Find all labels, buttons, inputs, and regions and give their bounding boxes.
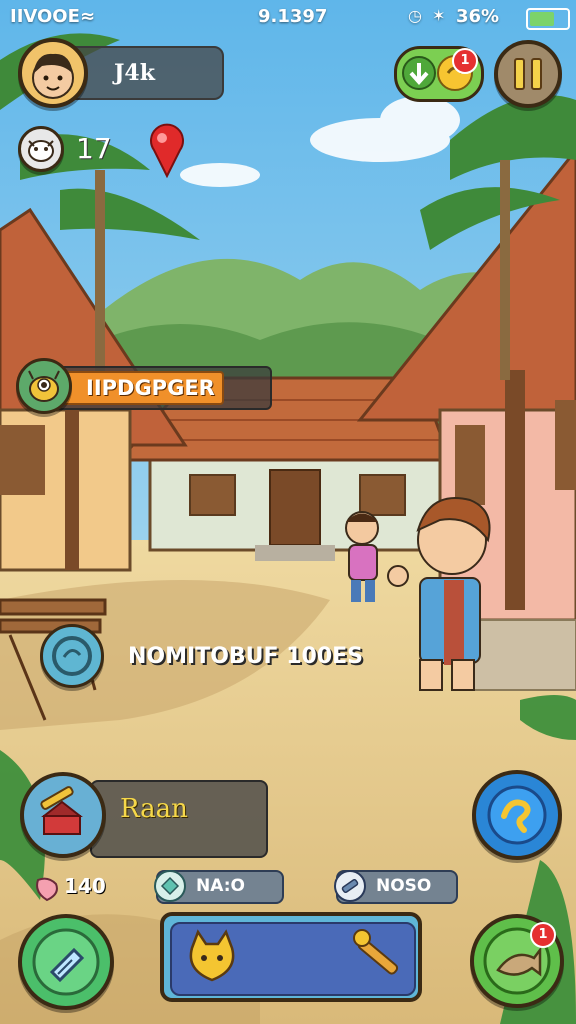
- wifi-icon: ≈: [80, 6, 96, 27]
- player-name: J4k: [114, 60, 155, 86]
- down-arrow-icon: [402, 56, 436, 90]
- map-pin-icon[interactable]: [146, 122, 188, 178]
- monster-icon: [28, 370, 60, 402]
- quest-label: IIPDGPGER: [86, 376, 215, 400]
- tool-icon: [334, 870, 366, 902]
- currency-gem-value: NA:O: [196, 876, 245, 896]
- currency-gem: NA:O: [154, 870, 284, 904]
- quest-button[interactable]: [16, 358, 72, 414]
- boy-face-icon: [32, 53, 74, 99]
- currency-tool-value: NOSO: [376, 876, 432, 896]
- gem-icon: [154, 870, 186, 902]
- currency-tool: NOSO: [334, 870, 458, 904]
- battery-percent: 36%: [456, 6, 500, 27]
- ticket-button[interactable]: [18, 914, 114, 1010]
- pause-button[interactable]: [494, 40, 562, 108]
- avatar[interactable]: [18, 38, 88, 108]
- inventory-bar[interactable]: [160, 912, 422, 1002]
- action-label: Raan: [120, 794, 188, 824]
- cat-icon[interactable]: [180, 926, 244, 990]
- ticket-icon: [32, 928, 100, 996]
- hammer-icon[interactable]: [348, 928, 408, 988]
- compass-icon: [487, 785, 547, 845]
- battery-icon: [526, 8, 570, 30]
- notification-badge: 1: [530, 922, 556, 948]
- coin-count: 17: [76, 132, 112, 165]
- clock: 9.1397: [258, 6, 328, 27]
- action-button[interactable]: [20, 772, 106, 858]
- carrier-label: IIVOOE: [10, 6, 80, 27]
- hammer-icon: [40, 786, 83, 835]
- bluetooth-icon: ✶: [432, 6, 446, 25]
- quest-banner[interactable]: IIPDGPGER: [40, 366, 272, 410]
- pause-icon: [514, 58, 542, 90]
- status-bar: IIVOOE ≈ 9.1397 ◷ ✶ 36%: [0, 0, 576, 34]
- action-panel[interactable]: Raan: [90, 780, 268, 858]
- cow-coin-icon: [18, 126, 64, 172]
- target-icon: [52, 636, 92, 676]
- notification-badge: 1: [452, 48, 478, 74]
- object-label: NOMITOBUF 100ES: [128, 644, 364, 669]
- alarm-icon: ◷: [408, 6, 422, 25]
- object-button[interactable]: [40, 624, 104, 688]
- seed-icon: [36, 877, 58, 902]
- compass-button[interactable]: [472, 770, 562, 860]
- currency-seed-value: 140: [64, 874, 106, 898]
- game-screen: IIVOOE ≈ 9.1397 ◷ ✶ 36% J4k 17 1 IIPDGPG…: [0, 0, 576, 1024]
